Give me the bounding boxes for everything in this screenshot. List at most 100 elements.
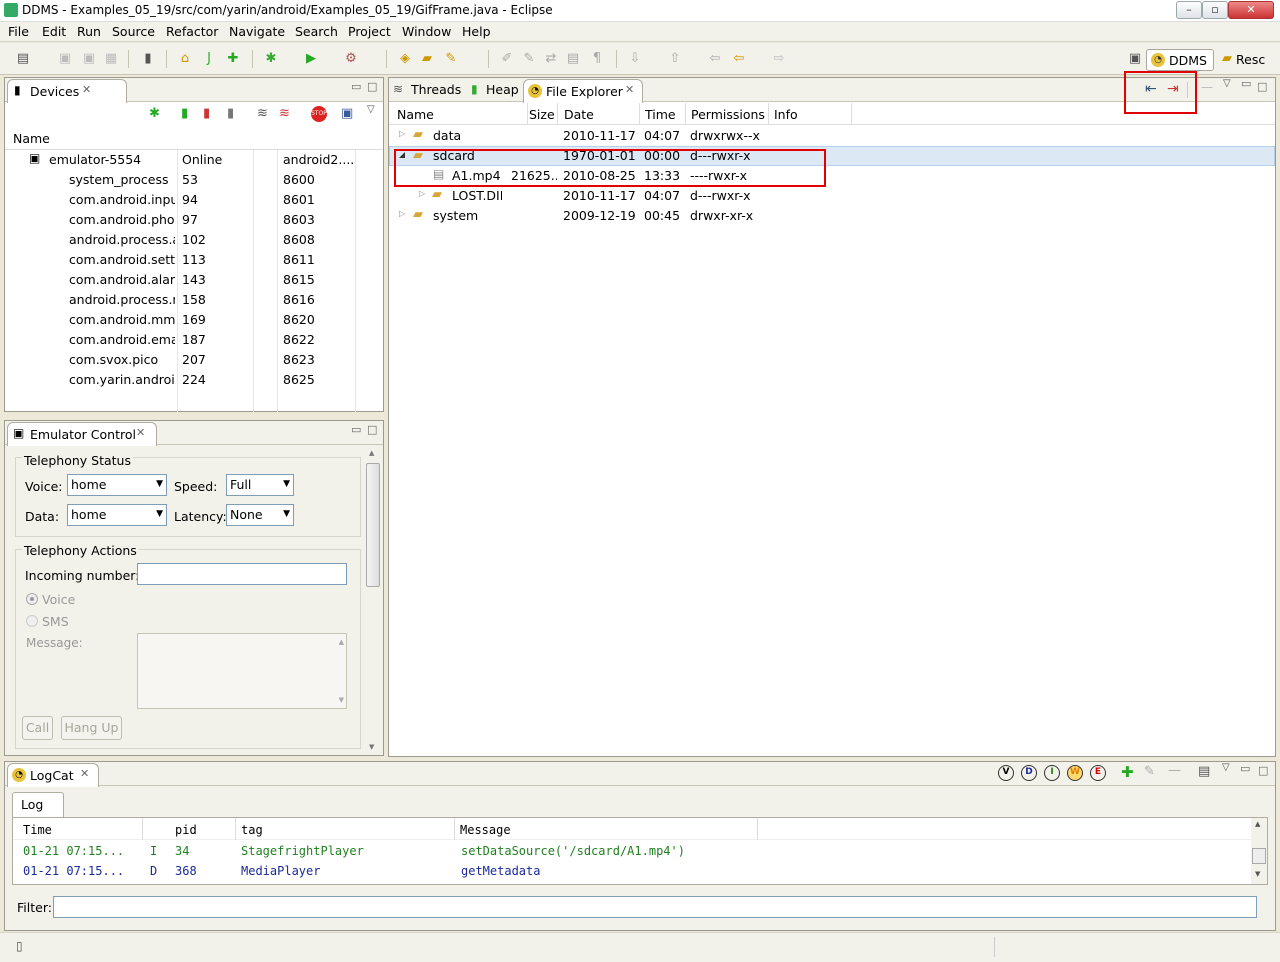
scroll-down-icon[interactable]: ▼ [1255, 870, 1260, 878]
back-icon[interactable]: ⇦ [730, 50, 748, 68]
debug-filter-icon[interactable]: D [1021, 765, 1037, 781]
resource-perspective-icon[interactable]: ▰ [1218, 50, 1236, 68]
block-icon[interactable]: ▤ [564, 50, 582, 68]
add-filter-icon[interactable]: ✚ [1121, 763, 1134, 781]
tree-row-data[interactable]: ▷ ▰ data 2010-11-17 04:07 drwxrwx--x [389, 126, 1275, 146]
message-column-header[interactable]: Message [460, 823, 511, 837]
time-column-header[interactable]: Time [23, 823, 52, 837]
message-textarea[interactable]: ▲ ▼ [137, 633, 347, 709]
hang-up-button[interactable]: Hang Up [61, 716, 122, 740]
process-row[interactable]: com.android.input 94 8601 [5, 190, 383, 210]
sms-radio-button[interactable] [26, 615, 38, 627]
warn-filter-icon[interactable]: W [1067, 765, 1083, 781]
expand-arrow-icon[interactable]: ▷ [419, 189, 425, 198]
dump-hprof-icon[interactable]: ▮ [203, 106, 210, 121]
close-tab-icon[interactable]: ✕ [80, 767, 89, 780]
maximize-view-icon[interactable]: □ [367, 423, 377, 436]
method-profiling-icon[interactable]: ≋ [279, 106, 290, 121]
close-tab-icon[interactable]: ✕ [136, 426, 145, 439]
permissions-column-header[interactable]: Permissions [691, 107, 765, 122]
minimize-view-icon[interactable]: ▭ [1241, 77, 1251, 90]
view-menu-chevron-down-icon[interactable]: ▽ [367, 104, 375, 115]
device-row-emulator[interactable]: ▣ emulator-5554 Online android2.... [5, 150, 383, 170]
threads-tab[interactable]: Threads [411, 82, 461, 97]
view-menu-chevron-down-icon[interactable]: ▽ [1222, 762, 1230, 773]
process-row[interactable]: system_process 53 8600 [5, 170, 383, 190]
logcat-tab[interactable]: ◔ LogCat ✕ [7, 763, 99, 787]
latency-select[interactable]: None ▼ [226, 504, 294, 526]
time-column-header[interactable]: Time [645, 107, 676, 122]
ddms-perspective-button[interactable]: ◔ DDMS [1146, 49, 1214, 71]
log-row[interactable]: 01-21 07:15... D 368 MediaPlayer getMeta… [13, 864, 1251, 882]
update-threads-icon[interactable]: ≋ [257, 106, 268, 121]
process-row[interactable]: android.process.a 102 8608 [5, 230, 383, 250]
new-junit-icon[interactable]: J [200, 50, 218, 68]
open-type-icon[interactable]: ◈ [396, 50, 414, 68]
menu-edit[interactable]: Edit [42, 24, 66, 39]
android-sdk-icon[interactable]: ▮ [139, 50, 157, 68]
prev-annotation-icon[interactable]: ⇧ [666, 50, 684, 68]
delete-icon[interactable]: — [1201, 80, 1213, 94]
menu-project[interactable]: Project [348, 24, 391, 39]
log-row[interactable]: 01-21 07:15... I 34 StagefrightPlayer se… [13, 844, 1251, 862]
menu-run[interactable]: Run [77, 24, 101, 39]
open-folder-icon[interactable]: ▰ [418, 50, 436, 68]
menu-window[interactable]: Window [402, 24, 451, 39]
voice-radio-button[interactable] [26, 593, 38, 605]
maximize-view-icon[interactable]: □ [1258, 764, 1268, 777]
minimize-button[interactable]: – [1176, 1, 1202, 19]
debug-icon[interactable]: ✱ [262, 50, 280, 68]
menu-file[interactable]: File [8, 24, 29, 39]
update-heap-icon[interactable]: ▮ [181, 106, 188, 121]
process-row[interactable]: com.android.phon 97 8603 [5, 210, 383, 230]
resource-perspective-label[interactable]: Resc [1236, 52, 1265, 67]
highlight-icon[interactable]: ✎ [520, 50, 538, 68]
menu-help[interactable]: Help [462, 24, 491, 39]
close-tab-icon[interactable]: ✕ [625, 83, 634, 96]
date-column-header[interactable]: Date [564, 107, 594, 122]
process-row[interactable]: com.android.mms 169 8620 [5, 310, 383, 330]
scroll-up-icon[interactable]: ▲ [1255, 820, 1260, 828]
process-row[interactable]: com.android.settin 113 8611 [5, 250, 383, 270]
menu-refactor[interactable]: Refactor [166, 24, 218, 39]
scroll-up-icon[interactable]: ▲ [339, 638, 344, 646]
clear-log-icon[interactable]: ▤ [1198, 764, 1210, 779]
run-icon[interactable]: ▶ [302, 50, 320, 68]
scroll-down-icon[interactable]: ▼ [369, 743, 374, 751]
cause-gc-icon[interactable]: ▮ [227, 106, 234, 121]
process-row[interactable]: com.android.alarm 143 8615 [5, 270, 383, 290]
menu-search[interactable]: Search [295, 24, 338, 39]
devices-tab[interactable]: ▮ Devices ✕ [7, 79, 127, 103]
toggle-icon[interactable]: ⇄ [542, 50, 560, 68]
minimize-view-icon[interactable]: ▭ [1240, 762, 1250, 775]
info-column-header[interactable]: Info [774, 107, 798, 122]
show-whitespace-icon[interactable]: ¶ [588, 50, 606, 68]
save-icon[interactable]: ▣ [56, 50, 74, 68]
edit-filter-icon[interactable]: ✎ [1144, 764, 1155, 779]
search-icon[interactable]: ✎ [442, 50, 460, 68]
logcat-scrollbar[interactable]: ▲ ▼ [1251, 818, 1267, 884]
data-select[interactable]: home ▼ [67, 504, 167, 526]
delete-filter-icon[interactable]: — [1168, 763, 1181, 778]
filter-input[interactable] [53, 896, 1257, 918]
expand-arrow-icon[interactable]: ▷ [399, 209, 405, 218]
file-explorer-tab[interactable]: ◔ File Explorer ✕ [523, 79, 643, 103]
scrollbar-thumb[interactable] [1252, 848, 1266, 864]
speed-select[interactable]: Full ▼ [226, 474, 294, 496]
error-filter-icon[interactable]: E [1090, 765, 1106, 781]
screen-capture-icon[interactable]: ▣ [341, 106, 353, 121]
fast-view-icon[interactable]: ▯ [16, 939, 23, 953]
annotation-icon[interactable]: ✐ [498, 50, 516, 68]
minimize-view-icon[interactable]: ▭ [351, 80, 361, 93]
scroll-down-icon[interactable]: ▼ [339, 696, 344, 704]
process-row[interactable]: com.android.email 187 8622 [5, 330, 383, 350]
new-icon[interactable]: ▤ [14, 50, 32, 68]
save-all-icon[interactable]: ▣ [80, 50, 98, 68]
open-perspective-icon[interactable]: ▣ [1126, 50, 1144, 68]
debug-process-icon[interactable]: ✱ [149, 106, 160, 121]
tree-row-lost-dir[interactable]: ▷ ▰ LOST.DII 2010-11-17 04:07 d---rwxr-x [389, 186, 1275, 206]
view-menu-chevron-down-icon[interactable]: ▽ [1223, 78, 1231, 89]
process-row[interactable]: android.process.m 158 8616 [5, 290, 383, 310]
pid-column-header[interactable]: pid [175, 823, 197, 837]
menu-navigate[interactable]: Navigate [229, 24, 285, 39]
